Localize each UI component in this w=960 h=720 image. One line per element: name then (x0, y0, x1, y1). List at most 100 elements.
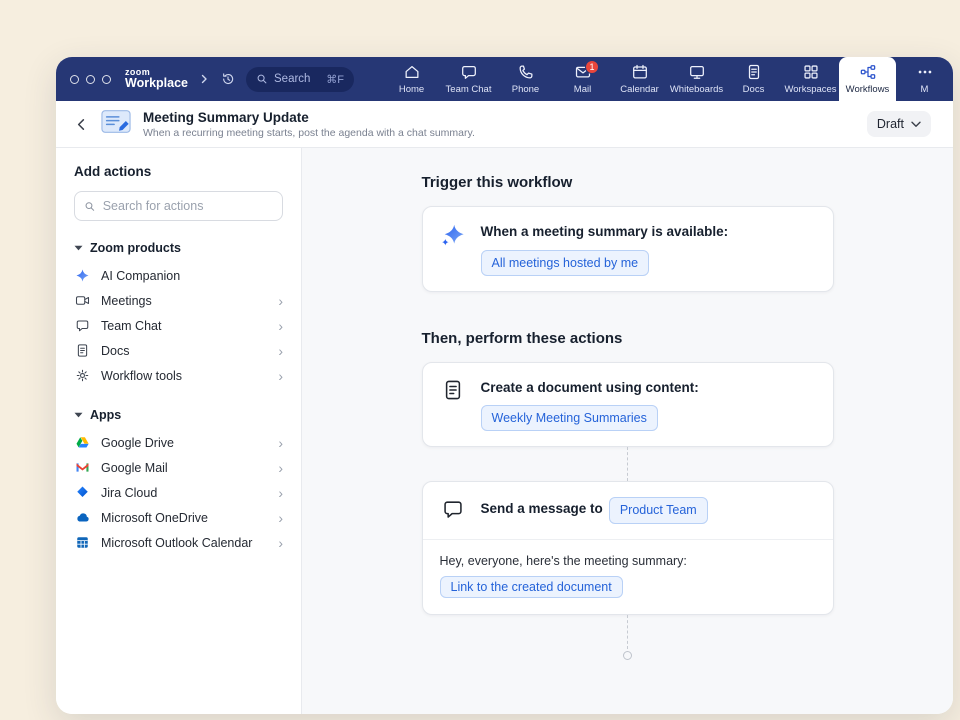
search-icon (84, 200, 96, 213)
sidebar-item-label: Meetings (101, 294, 152, 308)
nav-item-whiteboards[interactable]: Whiteboards (668, 57, 725, 101)
nav-label: Team Chat (446, 84, 492, 95)
search-icon (256, 73, 268, 85)
nav-item-home[interactable]: Home (383, 57, 440, 101)
sidebar-item-label: Jira Cloud (101, 486, 157, 500)
nav-label: Docs (743, 84, 765, 95)
nav-item-workspaces[interactable]: Workspaces (782, 57, 839, 101)
global-search[interactable]: Search ⌘F (246, 67, 354, 92)
mail-unread-badge: 1 (585, 60, 599, 74)
nav-label: Whiteboards (670, 84, 723, 95)
sidebar-item-workflow-tools[interactable]: Workflow tools › (74, 363, 283, 388)
sidebar-item-meetings[interactable]: Meetings › (74, 288, 283, 313)
back-button[interactable] (74, 117, 89, 132)
sidebar-item-microsoft-onedrive[interactable]: Microsoft OneDrive › (74, 505, 283, 530)
flow-end-node[interactable] (623, 651, 632, 660)
trigger-card[interactable]: When a meeting summary is available: All… (422, 206, 834, 292)
trigger-heading: Trigger this workflow (422, 174, 834, 191)
workspace-body: Add actions Zoom products AI Companion M… (56, 148, 953, 714)
workflow-header: Meeting Summary Update When a recurring … (56, 101, 953, 148)
send-message-text: Send a message to (481, 501, 603, 516)
chevron-down-icon (911, 121, 921, 128)
sidebar-item-label: AI Companion (101, 269, 180, 283)
chevron-right-icon: › (278, 369, 283, 383)
chevron-right-icon: › (278, 319, 283, 333)
chevron-right-icon: › (278, 344, 283, 358)
window-dot[interactable] (86, 75, 95, 84)
workflow-thumbnail-icon (101, 109, 131, 139)
sidebar-item-label: Team Chat (101, 319, 161, 333)
workflow-canvas: Trigger this workflow When a meeting sum… (302, 148, 953, 714)
sidebar-item-docs[interactable]: Docs › (74, 338, 283, 363)
status-dropdown[interactable]: Draft (867, 111, 931, 137)
sidebar-item-label: Docs (101, 344, 129, 358)
docs-icon (74, 342, 91, 359)
google-mail-icon (74, 459, 91, 476)
message-bubble-icon (440, 497, 466, 520)
trigger-scope-tag[interactable]: All meetings hosted by me (481, 250, 650, 276)
document-icon (440, 378, 466, 401)
create-document-card[interactable]: Create a document using content: Weekly … (422, 362, 834, 448)
whiteboards-icon (688, 63, 706, 81)
nav-item-docs[interactable]: Docs (725, 57, 782, 101)
logo-workplace-text: Workplace (125, 77, 188, 90)
create-document-content: Create a document using content: Weekly … (481, 378, 699, 432)
window-controls[interactable] (70, 75, 111, 84)
message-body[interactable]: Hey, everyone, here's the meeting summar… (423, 539, 833, 614)
chevron-right-icon[interactable] (198, 73, 210, 85)
nav-item-phone[interactable]: Phone (497, 57, 554, 101)
status-label: Draft (877, 117, 904, 131)
outlook-calendar-icon (74, 534, 91, 551)
window-dot[interactable] (70, 75, 79, 84)
sidebar-item-ai-companion[interactable]: AI Companion (74, 263, 283, 288)
sidebar-item-label: Workflow tools (101, 369, 182, 383)
workflow-title: Meeting Summary Update (143, 110, 475, 125)
sidebar-item-label: Microsoft Outlook Calendar (101, 536, 252, 550)
sidebar-item-google-mail[interactable]: Google Mail › (74, 455, 283, 480)
section-apps[interactable]: Apps (74, 408, 283, 422)
more-icon (916, 63, 934, 81)
sidebar-item-jira-cloud[interactable]: Jira Cloud › (74, 480, 283, 505)
sidebar-item-label: Google Drive (101, 436, 174, 450)
actions-search-box[interactable] (74, 191, 283, 221)
recipient-tag[interactable]: Product Team (609, 497, 708, 523)
history-icon[interactable] (220, 71, 236, 87)
nav-label: Calendar (620, 84, 659, 95)
chevron-right-icon: › (278, 294, 283, 308)
nav-label: Workspaces (784, 84, 836, 95)
send-message-content: Send a message to Product Team (481, 497, 708, 523)
meetings-icon (74, 292, 91, 309)
nav-item-team-chat[interactable]: Team Chat (440, 57, 497, 101)
sidebar-item-microsoft-outlook-calendar[interactable]: Microsoft Outlook Calendar › (74, 530, 283, 555)
chevron-right-icon: › (278, 436, 283, 450)
nav-item-mail[interactable]: 1 Mail (554, 57, 611, 101)
jira-cloud-icon (74, 484, 91, 501)
chevron-right-icon: › (278, 486, 283, 500)
actions-search-input[interactable] (103, 199, 273, 213)
section-label: Zoom products (90, 241, 181, 255)
nav-item-more[interactable]: M (896, 57, 953, 101)
nav-label: Home (399, 84, 424, 95)
workflow-subtitle: When a recurring meeting starts, post th… (143, 127, 475, 139)
trigger-card-content: When a meeting summary is available: All… (481, 222, 729, 276)
zoom-workplace-logo: zoom Workplace (125, 68, 188, 91)
send-message-card[interactable]: Send a message to Product Team Hey, every… (422, 481, 834, 614)
ai-companion-icon (74, 267, 91, 284)
search-label: Search (274, 73, 310, 85)
actions-sidebar: Add actions Zoom products AI Companion M… (56, 148, 302, 714)
sidebar-item-team-chat[interactable]: Team Chat › (74, 313, 283, 338)
chevron-right-icon: › (278, 536, 283, 550)
flow-connector (627, 615, 628, 649)
window-dot[interactable] (102, 75, 111, 84)
message-body-text: Hey, everyone, here's the meeting summar… (440, 554, 816, 568)
caret-down-icon (74, 245, 83, 251)
nav-item-workflows[interactable]: Workflows (839, 57, 896, 101)
nav-item-calendar[interactable]: Calendar (611, 57, 668, 101)
document-link-tag[interactable]: Link to the created document (440, 576, 623, 598)
document-content-tag[interactable]: Weekly Meeting Summaries (481, 405, 658, 431)
app-window: zoom Workplace Search ⌘F (56, 57, 953, 714)
sidebar-item-google-drive[interactable]: Google Drive › (74, 430, 283, 455)
google-drive-icon (74, 434, 91, 451)
nav-label: Workflows (846, 84, 890, 95)
section-zoom-products[interactable]: Zoom products (74, 241, 283, 255)
